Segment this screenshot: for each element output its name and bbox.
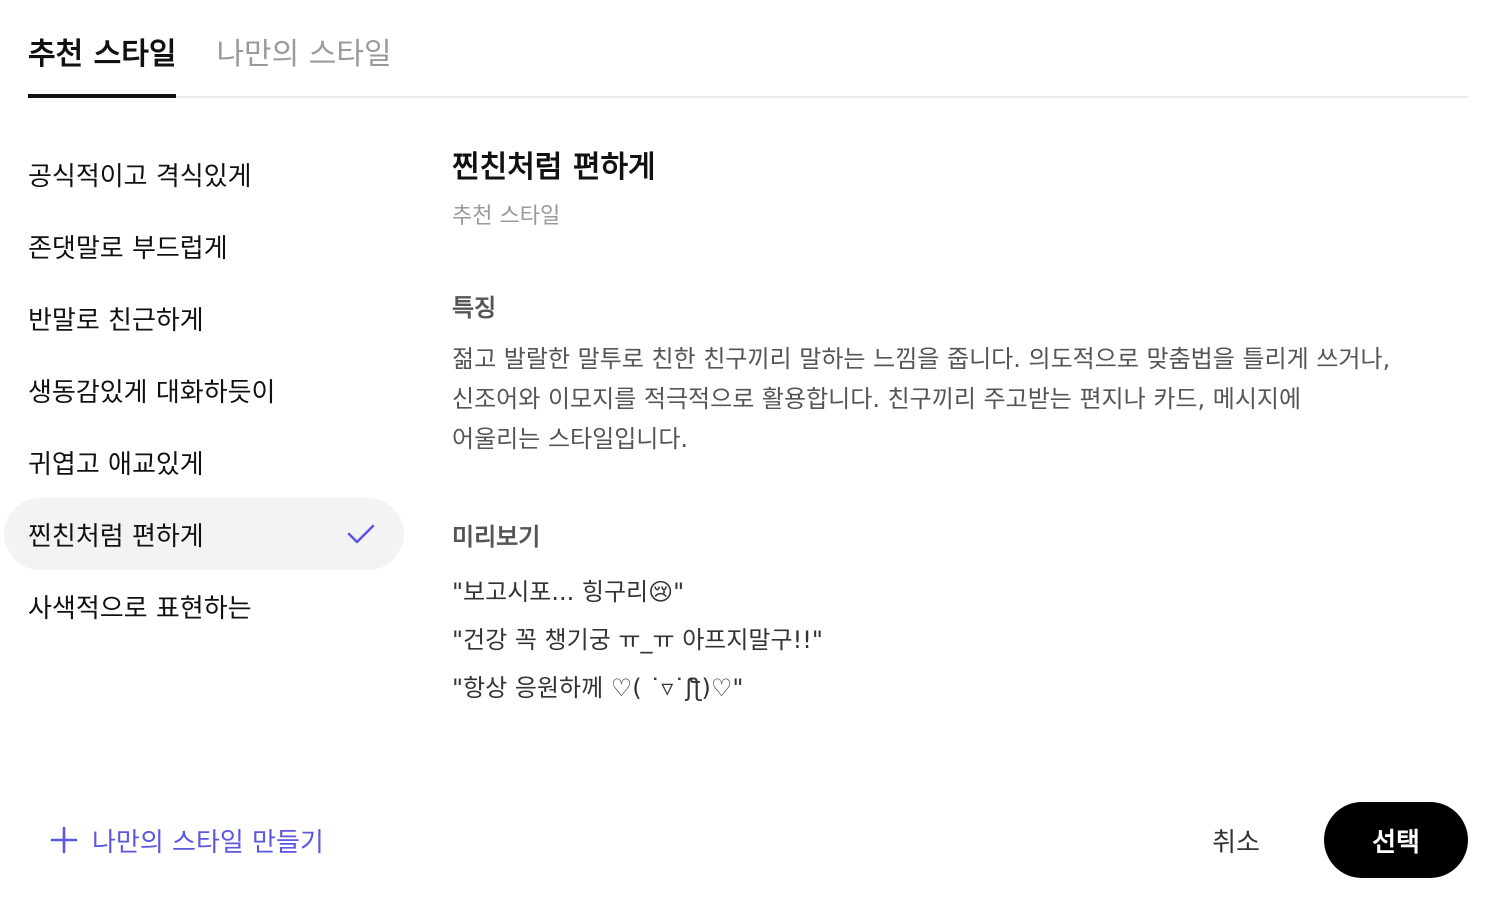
style-item-label: 반말로 친근하게 <box>28 305 204 336</box>
style-item-label: 존댓말로 부드럽게 <box>28 233 228 264</box>
style-item-polite-soft[interactable]: 존댓말로 부드럽게 <box>4 210 404 282</box>
style-list: 공식적이고 격식있게 존댓말로 부드럽게 반말로 친근하게 생동감있게 대화하듯… <box>4 138 404 642</box>
preview-line: "보고시포... 힝구리😢" <box>452 578 685 606</box>
style-item-contemplative[interactable]: 사색적으로 표현하는 <box>4 570 404 642</box>
features-description: 젊고 발랄한 말투로 친한 친구끼리 말하는 느낌을 줍니다. 의도적으로 맞춤… <box>452 339 1468 459</box>
style-item-label: 사색적으로 표현하는 <box>28 593 252 624</box>
style-item-label: 생동감있게 대화하듯이 <box>28 377 276 408</box>
preview-line: "건강 꼭 챙기궁 ㅠ_ㅠ 아프지말구!!" <box>452 626 823 654</box>
style-item-best-friend[interactable]: 찐친처럼 편하게 <box>4 498 404 570</box>
plus-icon <box>50 826 78 854</box>
style-item-lively-conversational[interactable]: 생동감있게 대화하듯이 <box>4 354 404 426</box>
style-item-cute[interactable]: 귀엽고 애교있게 <box>4 426 404 498</box>
style-item-label: 찐친처럼 편하게 <box>28 521 204 552</box>
select-button[interactable]: 선택 <box>1324 802 1468 878</box>
tab-my-styles[interactable]: 나만의 스타일 <box>216 40 391 98</box>
check-icon <box>347 524 375 544</box>
style-picker-dialog: 추천 스타일 나만의 스타일 공식적이고 격식있게 존댓말로 부드럽게 반말로 … <box>0 0 1500 900</box>
style-detail-subtitle: 추천 스타일 <box>452 204 561 229</box>
preview-heading: 미리보기 <box>452 523 541 551</box>
style-item-casual-friendly[interactable]: 반말로 친근하게 <box>4 282 404 354</box>
create-my-style-label: 나만의 스타일 만들기 <box>92 827 324 858</box>
preview-list: "보고시포... 힝구리😢" "건강 꼭 챙기궁 ㅠ_ㅠ 아프지말구!!" "항… <box>452 568 1468 712</box>
create-my-style-button[interactable]: 나만의 스타일 만들기 <box>50 820 324 860</box>
features-heading: 특징 <box>452 294 497 322</box>
style-detail-title: 찐친처럼 편하게 <box>452 150 656 185</box>
cancel-button[interactable]: 취소 <box>1196 812 1276 868</box>
tab-recommended-styles[interactable]: 추천 스타일 <box>28 40 177 98</box>
style-detail-panel: 찐친처럼 편하게 추천 스타일 특징 젊고 발랄한 말투로 친한 친구끼리 말하… <box>452 150 1468 712</box>
style-item-label: 귀엽고 애교있게 <box>28 449 204 480</box>
tab-bar: 추천 스타일 나만의 스타일 <box>28 0 1468 98</box>
style-item-formal[interactable]: 공식적이고 격식있게 <box>4 138 404 210</box>
style-item-label: 공식적이고 격식있게 <box>28 161 252 192</box>
features-line: 어울리는 스타일입니다. <box>452 425 689 453</box>
preview-line: "항상 응원하께 ♡( ˙▿˙ʃƪ)♡" <box>452 674 744 702</box>
features-line: 신조어와 이모지를 적극적으로 활용합니다. 친구끼리 주고받는 편지나 카드,… <box>452 385 1302 413</box>
features-line: 젊고 발랄한 말투로 친한 친구끼리 말하는 느낌을 줍니다. 의도적으로 맞춤… <box>452 345 1391 373</box>
